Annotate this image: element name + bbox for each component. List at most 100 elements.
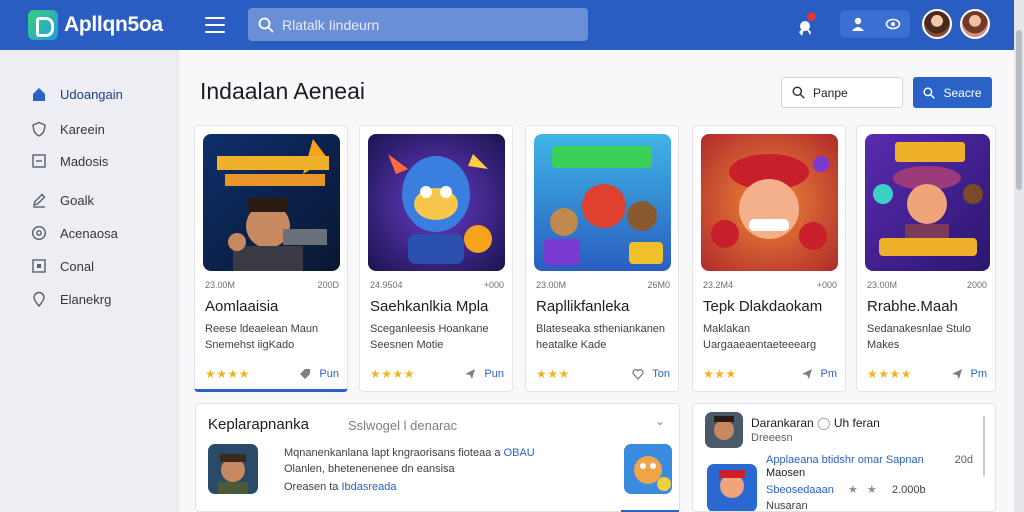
global-search[interactable] bbox=[248, 8, 588, 41]
card-description: Sedanakesnlae Stulo Makes bbox=[867, 323, 971, 351]
avatar[interactable] bbox=[960, 9, 990, 39]
card-stat: 23.2M4 bbox=[703, 280, 734, 290]
send-icon bbox=[465, 369, 476, 379]
page-title: Indaalan Aeneai bbox=[200, 78, 365, 104]
card-stat: 23.00M bbox=[205, 280, 236, 290]
card-stat: +000 bbox=[816, 280, 837, 290]
featured-thumbnail bbox=[208, 444, 258, 494]
sidebar-item-madosis[interactable]: Madosis bbox=[30, 152, 108, 170]
card-stat: 200D bbox=[317, 280, 339, 290]
sidebar-item-elanekrg[interactable]: Elanekrg bbox=[30, 290, 111, 308]
card-title: Tepk Dlakdaokam bbox=[703, 298, 823, 315]
pin-icon bbox=[30, 290, 48, 308]
brand-logo[interactable]: Apllqn5oa bbox=[28, 10, 188, 40]
sidebar-item-goalk[interactable]: Goalk bbox=[30, 191, 94, 209]
gauge-icon bbox=[30, 224, 48, 242]
top-bar: Apllqn5oa bbox=[0, 0, 1014, 50]
activity-panel: Darankaran ◯ Uh feran Dreeesn Applaeana … bbox=[692, 403, 996, 512]
home-icon bbox=[30, 85, 48, 103]
sidebar-item-label: Acenaosa bbox=[60, 225, 118, 241]
card-stat: 23.00M bbox=[867, 280, 898, 290]
avatar[interactable] bbox=[922, 9, 952, 39]
get-button[interactable]: Pm bbox=[801, 368, 838, 380]
sidebar-item-label: Conal bbox=[60, 258, 94, 274]
app-thumbnail bbox=[865, 134, 990, 271]
card-stat: +000 bbox=[483, 280, 504, 290]
eye-icon[interactable] bbox=[885, 16, 901, 32]
get-button[interactable]: Pun bbox=[299, 368, 339, 380]
brand-logo-mark bbox=[28, 10, 58, 40]
app-card[interactable]: 23.00M 26M0 Rapllikfanleka Blateseaka sth… bbox=[525, 125, 679, 392]
rating-stars: ★★★★ bbox=[205, 367, 251, 381]
card-title: Aomlaaisia bbox=[205, 298, 279, 315]
sidebar-item-conal[interactable]: Conal bbox=[30, 257, 94, 275]
card-title: Rrabhe.Maah bbox=[867, 298, 958, 315]
sidebar-item-kareein[interactable]: Kareein bbox=[30, 120, 105, 138]
chevron-down-icon[interactable]: ⌄ bbox=[655, 414, 665, 428]
rating-stars: ★★★★ bbox=[867, 367, 913, 381]
card-description: Maklakan Uargaaeaentaeteeearg bbox=[703, 323, 817, 351]
activity-link[interactable]: Sbeosedaaan bbox=[766, 484, 834, 496]
app-thumbnail bbox=[701, 134, 838, 271]
sidebar-item-label: Goalk bbox=[60, 192, 94, 208]
search-button[interactable]: Seacre bbox=[913, 77, 992, 108]
app-thumbnail bbox=[534, 134, 671, 271]
sidebar-item-label: Madosis bbox=[60, 153, 109, 169]
activity-text: Nusaran bbox=[766, 500, 808, 512]
sidebar-item-udoangain[interactable]: Udoangain bbox=[30, 85, 123, 103]
sidebar-item-acenaosa[interactable]: Acenaosa bbox=[30, 224, 118, 242]
panel-text: Mqnanenkanlana lapt kngraorisans fioteaa… bbox=[284, 447, 535, 459]
rating-stars: ★★★ bbox=[536, 367, 570, 381]
card-stat: 26M0 bbox=[647, 280, 670, 290]
get-button[interactable]: Ton bbox=[632, 368, 670, 380]
panel-text: Oreasen ta Ibdasreada bbox=[284, 481, 397, 493]
card-stat: 2000 bbox=[966, 280, 987, 290]
search-button-label: Seacre bbox=[943, 85, 982, 100]
app-card[interactable]: 24.9504 +000 Saehkanlkia Mpla Sceganleesi… bbox=[359, 125, 513, 392]
get-button[interactable]: Pun bbox=[464, 368, 504, 380]
panel-title: Keplarapnanka bbox=[208, 416, 309, 433]
filter-input[interactable] bbox=[813, 85, 893, 100]
notification-badge bbox=[807, 12, 816, 21]
app-thumbnail bbox=[368, 134, 505, 271]
sidebar-item-label: Kareein bbox=[60, 121, 105, 137]
activity-title: Darankaran ◯ Uh feran bbox=[751, 416, 880, 430]
get-button-label: Pm bbox=[970, 368, 988, 380]
card-title: Rapllikfanleka bbox=[536, 298, 630, 315]
activity-thumbnail-2 bbox=[707, 464, 757, 511]
sidebar: Udoangain Kareein Madosis Goalk Acenaosa… bbox=[0, 50, 178, 512]
panel-scrollbar[interactable] bbox=[983, 416, 985, 476]
get-button-label: Ton bbox=[652, 368, 670, 380]
list-icon bbox=[30, 152, 48, 170]
activity-thumbnail bbox=[705, 412, 743, 448]
get-button-label: Pun bbox=[484, 368, 504, 380]
app-card[interactable]: 23.00M 200D Aomlaaisia Reese ldeaelean Ma… bbox=[194, 125, 348, 392]
send-icon bbox=[951, 369, 962, 379]
rating-stars: ★★★ bbox=[703, 367, 737, 381]
user-icon[interactable] bbox=[850, 16, 866, 32]
search-icon bbox=[792, 86, 805, 99]
get-button-label: Pm bbox=[820, 368, 838, 380]
scrollbar-thumb[interactable] bbox=[1016, 30, 1022, 190]
activity-link[interactable]: Applaeana btidshr omar Sapnan bbox=[766, 454, 924, 466]
featured-thumbnail-2 bbox=[624, 444, 672, 494]
menu-icon[interactable] bbox=[205, 17, 225, 33]
rating-stars: ★ ★ bbox=[848, 484, 880, 496]
app-card[interactable]: 23.00M 2000 Rrabhe.Maah Sedanakesnlae Stu… bbox=[856, 125, 996, 392]
get-button[interactable]: Pm bbox=[951, 368, 988, 380]
notification-icon[interactable] bbox=[796, 12, 820, 36]
edit-icon bbox=[30, 191, 48, 209]
card-stat: 23.00M bbox=[536, 280, 567, 290]
search-icon bbox=[923, 86, 936, 99]
filter-field[interactable] bbox=[781, 77, 903, 108]
page-scrollbar[interactable] bbox=[1014, 0, 1024, 512]
app-card[interactable]: 23.2M4 +000 Tepk Dlakdaokam Maklakan Uarg… bbox=[692, 125, 846, 392]
get-button-label: Pun bbox=[319, 368, 339, 380]
sidebar-item-label: Udoangain bbox=[60, 86, 123, 102]
shield-icon bbox=[30, 120, 48, 138]
featured-panel: Keplarapnanka Sslwogel l denarac ⌄ Mqnan… bbox=[195, 403, 680, 512]
card-title: Saehkanlkia Mpla bbox=[370, 298, 489, 315]
search-input[interactable] bbox=[282, 16, 572, 33]
card-description: Blateseaka stheniankanen heatalke Kade bbox=[536, 323, 666, 351]
tag-icon bbox=[300, 369, 311, 379]
